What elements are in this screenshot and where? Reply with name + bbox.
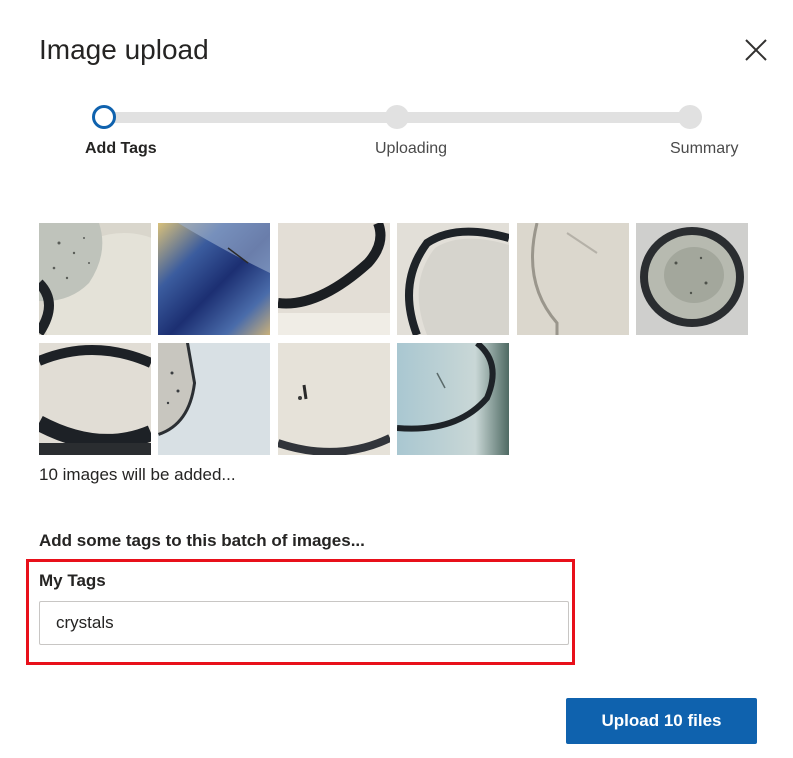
step-label-uploading: Uploading — [375, 140, 448, 157]
crystal-image-2 — [158, 223, 270, 335]
my-tags-label: My Tags — [39, 571, 106, 590]
step-dot-add-tags — [92, 105, 116, 129]
step-dot-uploading — [385, 105, 409, 129]
step-label-summary: Summary — [670, 140, 739, 157]
my-tags-input[interactable] — [39, 601, 569, 645]
crystal-image-4 — [397, 223, 509, 335]
step-dot-summary — [678, 105, 702, 129]
crystal-image-5 — [517, 223, 629, 335]
crystal-image-8 — [158, 343, 270, 455]
crystal-image-1 — [39, 223, 151, 335]
tags-section-title: Add some tags to this batch of images... — [39, 531, 365, 550]
crystal-image-10 — [397, 343, 509, 455]
crystal-image-3 — [278, 223, 390, 335]
crystal-image-9 — [278, 343, 390, 455]
upload-files-button[interactable]: Upload 10 files — [566, 698, 757, 744]
crystal-image-7 — [39, 343, 151, 455]
image-count-text: 10 images will be added... — [39, 465, 236, 484]
upload-stepper: Add Tags Uploading Summary — [0, 0, 793, 170]
crystal-image-6 — [636, 223, 748, 335]
step-label-add-tags: Add Tags — [85, 140, 157, 157]
